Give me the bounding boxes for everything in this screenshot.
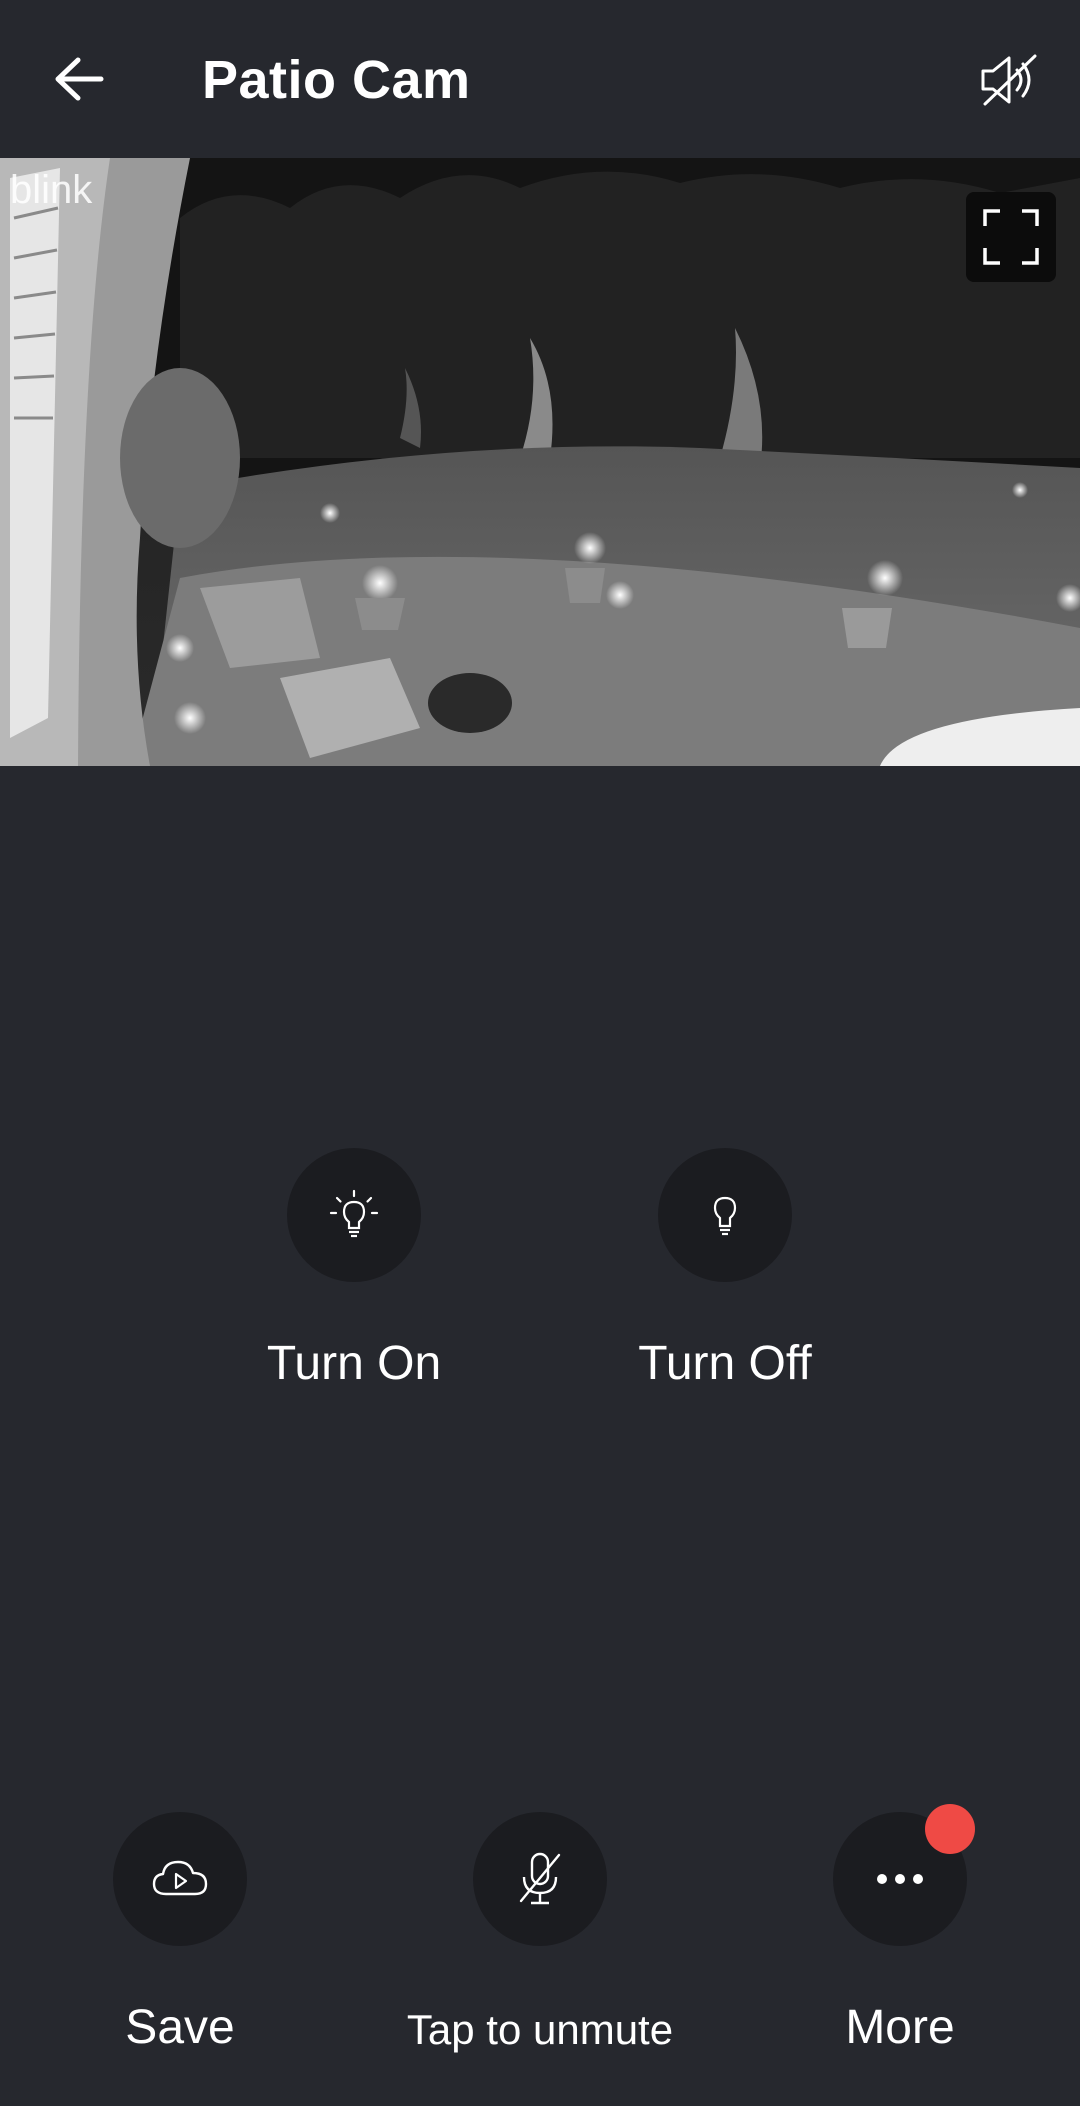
unmute-control: Tap to unmute (390, 1812, 690, 2058)
fullscreen-icon (983, 209, 1039, 265)
turn-on-button[interactable] (287, 1148, 421, 1282)
cloud-play-icon (152, 1860, 208, 1896)
notification-badge (925, 1804, 975, 1854)
speaker-muted-icon (981, 54, 1037, 106)
turn-off-label: Turn Off (638, 1337, 812, 1390)
back-button[interactable] (44, 44, 114, 114)
camera-feed-image (0, 158, 1080, 766)
camera-feed[interactable]: blink (0, 158, 1080, 766)
mic-muted-icon (519, 1852, 561, 1905)
page-title: Patio Cam (202, 50, 471, 110)
turn-off-button[interactable] (658, 1148, 792, 1282)
turn-on-control: Turn On (204, 1148, 504, 1392)
save-label: Save (125, 2001, 235, 2054)
turn-off-control: Turn Off (575, 1148, 875, 1392)
turn-on-label: Turn On (266, 1337, 442, 1390)
save-button[interactable] (113, 1812, 247, 1946)
save-control: Save (30, 1812, 330, 2056)
more-control: More (750, 1804, 1050, 2056)
speaker-mute-button[interactable] (974, 44, 1046, 116)
more-button[interactable] (833, 1804, 975, 1946)
lightbulb-on-icon (329, 1189, 379, 1238)
more-label: More (845, 2001, 955, 2054)
top-bar: Patio Cam (0, 0, 1080, 158)
unmute-mic-button[interactable] (473, 1812, 607, 1946)
fullscreen-button[interactable] (966, 192, 1056, 282)
arrow-left-icon (55, 57, 104, 101)
lightbulb-off-icon (713, 1196, 737, 1236)
more-dots-icon (877, 1874, 923, 1884)
unmute-label: Tap to unmute (406, 2006, 674, 2053)
brand-watermark: blink (10, 168, 93, 212)
